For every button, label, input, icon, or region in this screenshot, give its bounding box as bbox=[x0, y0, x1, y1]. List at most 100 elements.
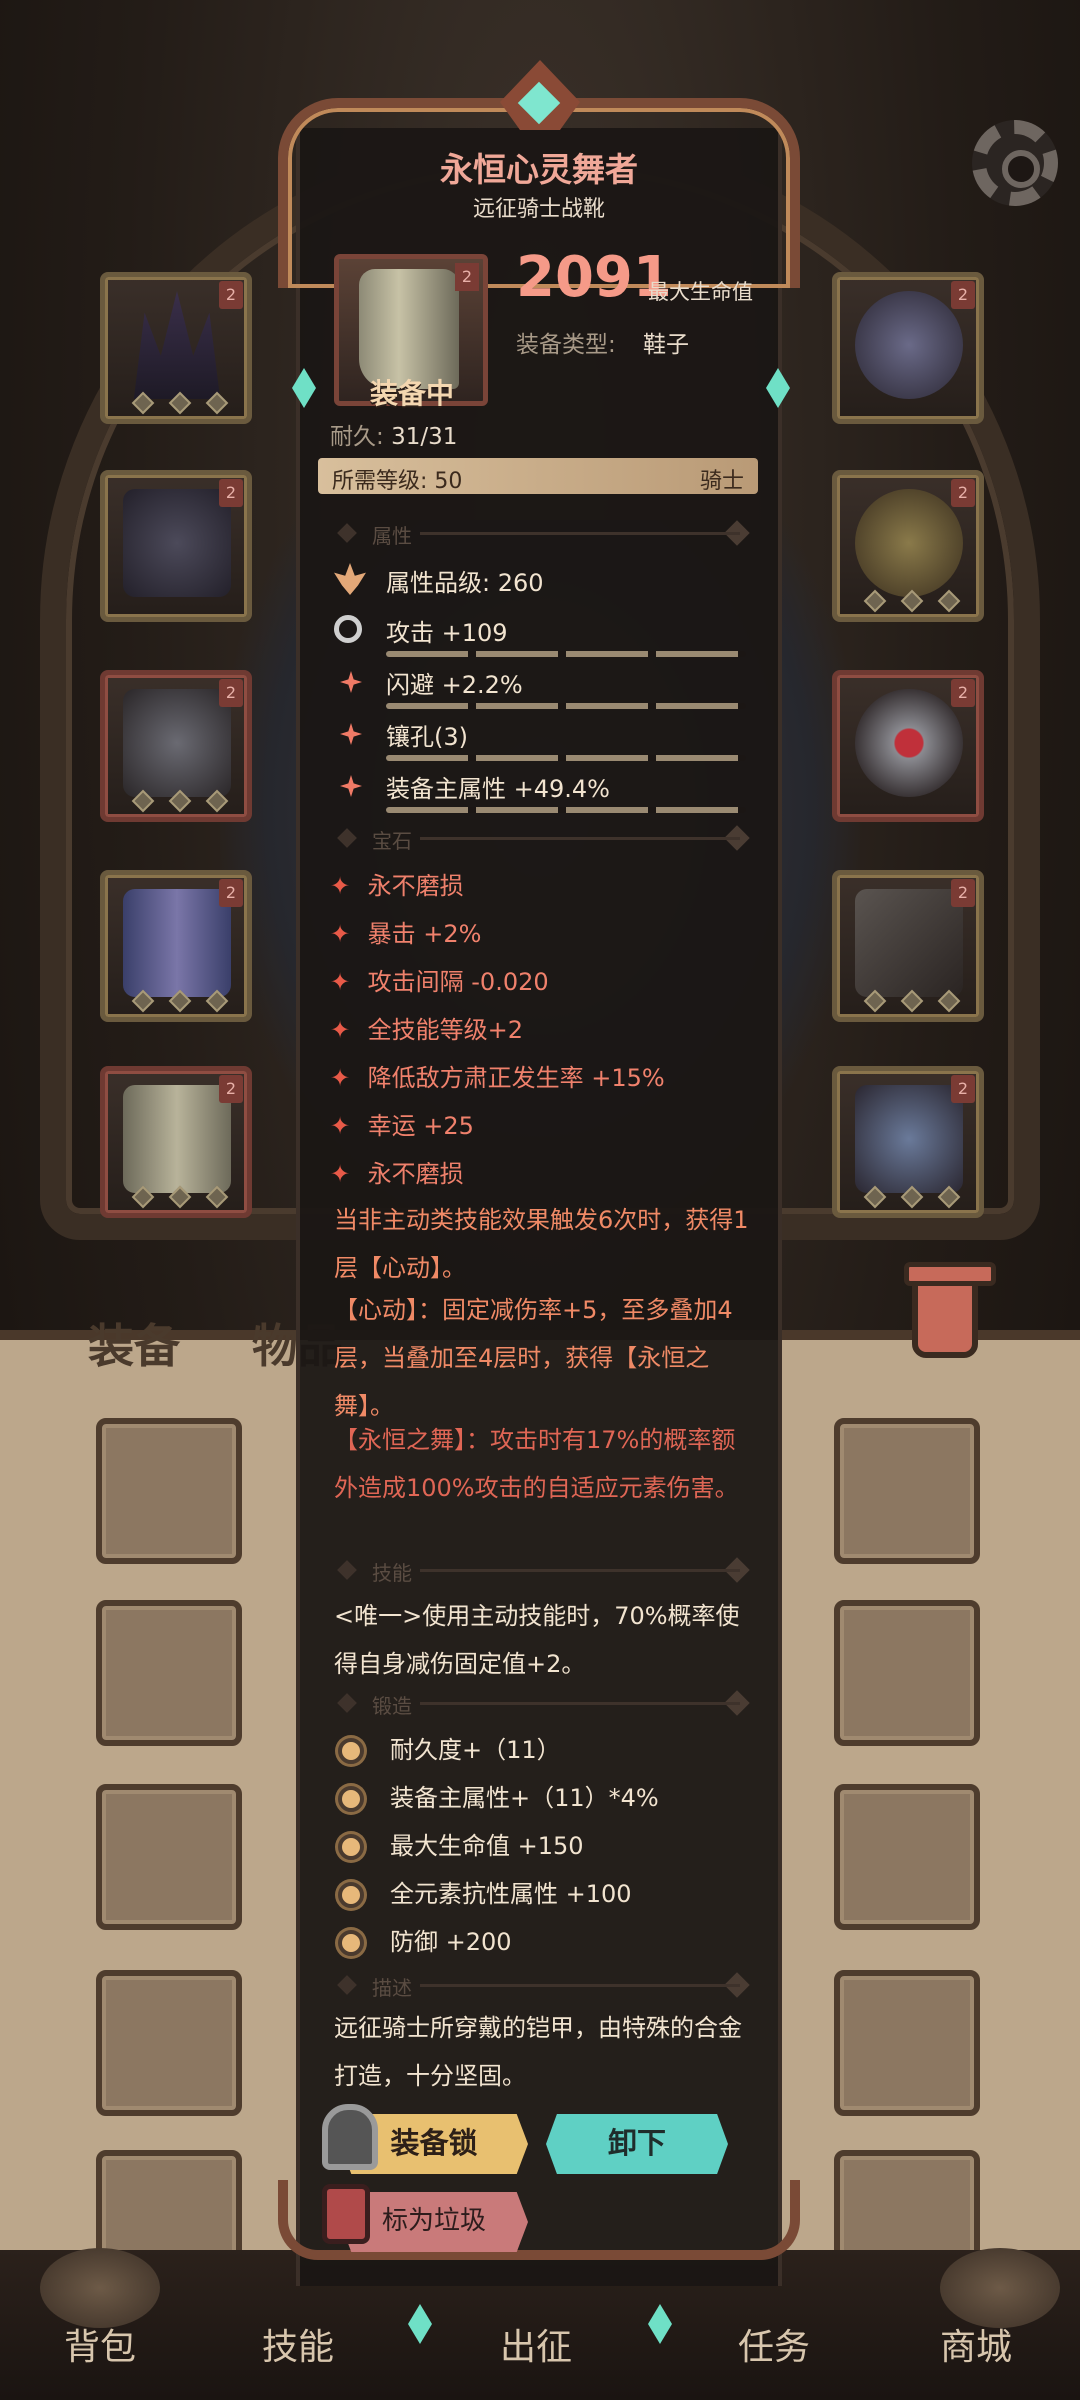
star-icon: ✦ bbox=[330, 1112, 351, 1140]
section-gems: 宝石 bbox=[330, 825, 750, 853]
attribute-text: 装备主属性 +49.4% bbox=[386, 775, 610, 803]
section-title: 属性 bbox=[372, 524, 412, 548]
attribute-bar bbox=[386, 651, 746, 657]
shield-art bbox=[855, 1085, 963, 1193]
slot-badge: 2 bbox=[219, 281, 243, 309]
backpack-icon[interactable] bbox=[40, 2248, 160, 2328]
nav-shop[interactable]: 商城 bbox=[940, 2318, 1012, 2370]
gem-text: 降低敌方肃正发生率 +15% bbox=[367, 1064, 665, 1092]
item-badge: 2 bbox=[455, 263, 479, 291]
equip-type-value: 鞋子 bbox=[643, 332, 689, 358]
set-effect-3: 【永恒之舞】：攻击时有17%的概率额外造成100%攻击的自适应元素伤害。 bbox=[334, 1426, 739, 1502]
inventory-slot[interactable] bbox=[834, 1600, 980, 1746]
slot-badge: 2 bbox=[219, 1075, 243, 1103]
gem-text: 暴击 +2% bbox=[367, 920, 482, 948]
inventory-slot[interactable] bbox=[96, 1600, 242, 1746]
attribute-text: 镶孔(3) bbox=[386, 723, 468, 751]
equip-slot-legs[interactable]: 2 bbox=[100, 870, 252, 1022]
quality-icon bbox=[334, 563, 366, 595]
gem-row: ✦ 永不磨损 bbox=[330, 866, 464, 901]
equip-slot-weapon[interactable]: 2 bbox=[832, 870, 984, 1022]
equipped-status: 装备中 bbox=[369, 377, 454, 410]
forge-row: 最大生命值 +150 bbox=[338, 1826, 584, 1866]
inventory-slot[interactable] bbox=[96, 1418, 242, 1564]
star-icon: ✦ bbox=[330, 872, 351, 900]
item-name: 永恒心灵舞者 bbox=[440, 150, 638, 189]
trash-icon[interactable] bbox=[904, 1262, 996, 1358]
slot-gems bbox=[131, 1185, 229, 1209]
slot-badge: 2 bbox=[951, 1075, 975, 1103]
slot-gems bbox=[863, 989, 961, 1013]
legs-art bbox=[123, 889, 231, 997]
unequip-button[interactable]: 卸下 bbox=[546, 2114, 728, 2174]
inventory-slot[interactable] bbox=[834, 1970, 980, 2116]
inventory-slot[interactable] bbox=[834, 1418, 980, 1564]
nav-quests[interactable]: 任务 bbox=[738, 2318, 810, 2370]
section-title: 锻造 bbox=[372, 1694, 412, 1718]
equip-slot-armor[interactable]: 2 bbox=[100, 470, 252, 622]
equip-slot-boots[interactable]: 2 bbox=[100, 1066, 252, 1218]
inventory-slot[interactable] bbox=[96, 1970, 242, 2116]
equip-slot-helmet[interactable]: 2 bbox=[100, 272, 252, 424]
gear-icon[interactable] bbox=[972, 120, 1058, 206]
forge-text: 耐久度+（11） bbox=[390, 1736, 561, 1764]
gem-text: 攻击间隔 -0.020 bbox=[367, 968, 549, 996]
lock-icon bbox=[322, 2104, 378, 2170]
forge-row: 全元素抗性属性 +100 bbox=[338, 1874, 632, 1914]
attribute-row: 装备主属性 +49.4% bbox=[330, 767, 760, 817]
equip-slot-necklace[interactable]: 2 bbox=[832, 272, 984, 424]
nav-skills[interactable]: 技能 bbox=[262, 2318, 334, 2370]
slot-badge: 2 bbox=[951, 679, 975, 707]
gem-row: ✦ 攻击间隔 -0.020 bbox=[330, 962, 549, 997]
star-icon: ✦ bbox=[330, 1016, 351, 1044]
attribute-text: 闪避 +2.2% bbox=[386, 671, 523, 699]
section-description: 描述 bbox=[330, 1972, 750, 2000]
attribute-row: 攻击 +109 bbox=[330, 611, 760, 661]
slot-badge: 2 bbox=[219, 679, 243, 707]
equip-slot-gloves[interactable]: 2 bbox=[100, 670, 252, 822]
main-stat-label: 最大生命值 bbox=[648, 280, 753, 304]
spark-icon bbox=[340, 723, 362, 745]
slot-badge: 2 bbox=[951, 879, 975, 907]
shop-icon[interactable] bbox=[940, 2248, 1060, 2328]
helmet-art bbox=[133, 291, 221, 399]
forge-dot-icon bbox=[338, 1882, 364, 1908]
section-skill: 技能 bbox=[330, 1557, 750, 1585]
forge-dot-icon bbox=[338, 1834, 364, 1860]
gem-text: 全技能等级+2 bbox=[367, 1016, 524, 1044]
inventory-slot[interactable] bbox=[96, 1784, 242, 1930]
attribute-text: 攻击 +109 bbox=[386, 619, 508, 647]
cycle-icon bbox=[334, 615, 362, 643]
section-attributes: 属性 bbox=[330, 520, 750, 548]
equip-slot-ring[interactable]: 2 bbox=[832, 670, 984, 822]
section-forge: 锻造 bbox=[330, 1690, 750, 1718]
nav-expedition[interactable]: 出征 bbox=[500, 2318, 572, 2370]
gem-text: 幸运 +25 bbox=[367, 1112, 474, 1140]
gem-row: ✦ 永不磨损 bbox=[330, 1154, 464, 1189]
ring-art bbox=[855, 689, 963, 797]
weapon-art bbox=[855, 889, 963, 997]
star-icon: ✦ bbox=[330, 968, 351, 996]
inventory-slot[interactable] bbox=[834, 1784, 980, 1930]
forge-row: 防御 +200 bbox=[338, 1922, 512, 1962]
required-level: 所需等级: 50 bbox=[332, 469, 463, 494]
gem-text: 永不磨损 bbox=[367, 872, 464, 900]
forge-dot-icon bbox=[338, 1786, 364, 1812]
equip-slot-amulet[interactable]: 2 bbox=[832, 470, 984, 622]
forge-text: 最大生命值 +150 bbox=[390, 1832, 584, 1860]
forge-dot-icon bbox=[338, 1738, 364, 1764]
tab-equipment[interactable]: 装备 bbox=[88, 1310, 180, 1376]
forge-text: 全元素抗性属性 +100 bbox=[390, 1880, 632, 1908]
attribute-bar bbox=[386, 755, 746, 761]
slot-badge: 2 bbox=[951, 281, 975, 309]
nav-backpack[interactable]: 背包 bbox=[64, 2318, 136, 2370]
boots-icon bbox=[359, 269, 459, 389]
attribute-row: 镶孔(3) bbox=[330, 715, 760, 765]
slot-gems bbox=[131, 391, 229, 415]
set-effect-2: 【心动】：固定减伤率+5，至多叠加4层，当叠加至4层时，获得【永恒之舞】。 bbox=[334, 1296, 733, 1420]
equip-slot-shield[interactable]: 2 bbox=[832, 1066, 984, 1218]
slot-badge: 2 bbox=[219, 479, 243, 507]
spark-icon bbox=[340, 671, 362, 693]
durability-value: 31/31 bbox=[391, 424, 458, 450]
skill-text: <唯一>使用主动技能时，70%概率使得自身减伤固定值+2。 bbox=[334, 1602, 740, 1678]
